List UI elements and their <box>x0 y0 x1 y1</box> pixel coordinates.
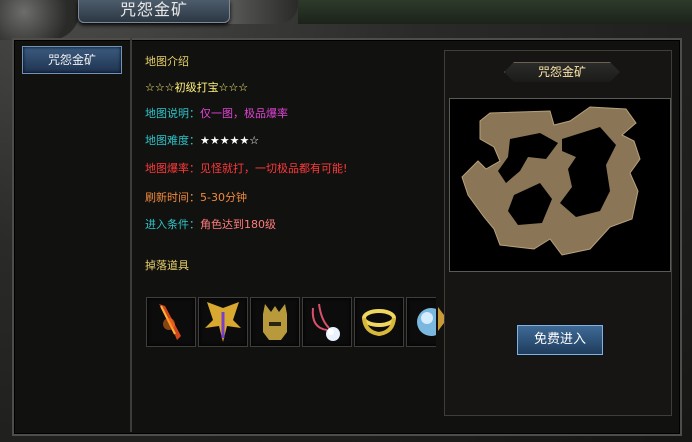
map-difficulty-row: 地图难度：★★★★★☆ <box>145 132 259 148</box>
map-drop-rate-value: 见怪就打，一切极品都有可能! <box>200 162 348 175</box>
map-difficulty-label: 地图难度： <box>145 134 200 147</box>
refresh-time-row: 刷新时间：5-30分钟 <box>145 189 247 205</box>
top-bar <box>298 0 692 24</box>
minimap-image <box>461 106 641 256</box>
sidebar <box>12 38 132 432</box>
drop-slot[interactable] <box>250 297 300 347</box>
entry-requirement-row: 进入条件：角色达到180级 <box>145 216 276 232</box>
free-enter-button[interactable]: 免费进入 <box>517 325 603 355</box>
map-difficulty-stars: ★★★★★☆ <box>200 134 260 147</box>
dragon-ornament-icon <box>0 0 80 40</box>
drop-slot[interactable] <box>406 297 436 347</box>
map-drop-rate-row: 地图爆率：见怪就打，一切极品都有可能! <box>145 160 347 176</box>
golden-bracelet-icon <box>362 309 396 337</box>
refresh-time-value: 5-30分钟 <box>200 191 247 204</box>
refresh-time-label: 刷新时间： <box>145 191 200 204</box>
map-description-value: 仅一图，极品爆率 <box>200 107 288 120</box>
drop-slot[interactable] <box>146 297 196 347</box>
drops-title: 掉落道具 <box>145 259 189 272</box>
drop-slot[interactable] <box>354 297 404 347</box>
map-drop-rate-label: 地图爆率： <box>145 162 200 175</box>
map-intro-title: 地图介绍 <box>145 55 189 68</box>
golden-helmet-icon <box>263 304 287 340</box>
window-title-tab: 咒怨金矿 <box>78 0 230 23</box>
map-description-row: 地图说明：仅一图，极品爆率 <box>145 105 288 121</box>
entry-requirement-value: 角色达到180级 <box>200 218 276 231</box>
entry-requirement-label: 进入条件： <box>145 218 200 231</box>
window-title: 咒怨金矿 <box>119 0 188 19</box>
orb-necklace-icon <box>311 303 340 341</box>
golden-wings-icon <box>205 302 241 342</box>
sidebar-item-zhouyuan-jinkuang[interactable]: 咒怨金矿 <box>22 46 122 74</box>
flame-sword-icon <box>159 304 181 340</box>
map-preview-title: 咒怨金矿 <box>537 65 586 79</box>
drop-items-list <box>146 297 436 349</box>
map-tier-line: ☆☆☆初级打宝☆☆☆ <box>145 81 249 94</box>
drop-slot[interactable] <box>198 297 248 347</box>
frame-ornament <box>228 0 298 24</box>
blue-orb-icon <box>417 308 436 336</box>
minimap <box>449 98 671 272</box>
map-description-label: 地图说明： <box>145 107 200 120</box>
drop-slot[interactable] <box>302 297 352 347</box>
